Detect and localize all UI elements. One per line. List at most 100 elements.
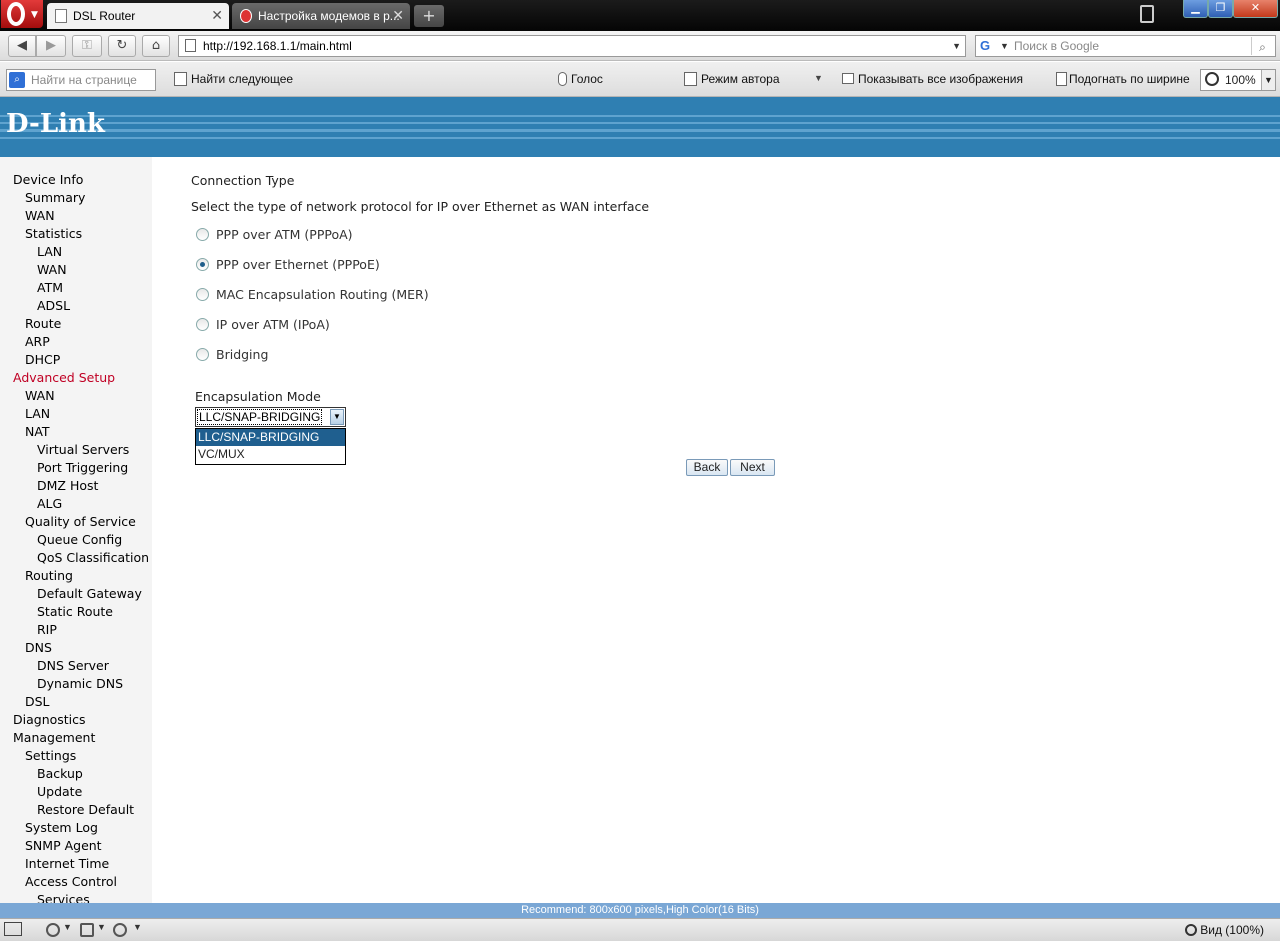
sidebar-item[interactable]: ALG — [37, 495, 62, 513]
zoom-select[interactable]: 100% ▼ — [1200, 69, 1276, 91]
sidebar-item[interactable]: WAN — [25, 387, 55, 405]
page-title: Connection Type — [191, 173, 295, 188]
sidebar-item[interactable]: ADSL — [37, 297, 70, 315]
sidebar-item[interactable]: Management — [13, 729, 95, 747]
radio-button[interactable] — [196, 318, 209, 331]
sidebar-item[interactable]: Route — [25, 315, 61, 333]
chevron-down-icon[interactable]: ▼ — [952, 36, 961, 56]
speed-dial-icon[interactable] — [113, 923, 127, 937]
sidebar-item[interactable]: Virtual Servers — [37, 441, 129, 459]
sidebar-item[interactable]: LAN — [25, 405, 50, 423]
encapsulation-mode-select[interactable]: LLC/SNAP-BRIDGING ▼ — [195, 407, 346, 427]
trash-icon[interactable] — [1140, 5, 1154, 23]
chevron-down-icon[interactable]: ▼ — [133, 922, 142, 932]
sidebar-item[interactable]: DNS — [25, 639, 52, 657]
panel-toggle-icon[interactable] — [4, 922, 22, 936]
opera-menu-button[interactable]: ▼ — [1, 0, 43, 28]
find-toolbar: ⌕ Найти на странице Найти следующее Голо… — [0, 62, 1280, 97]
maximize-button[interactable]: ❐ — [1208, 0, 1233, 18]
reload-icon[interactable]: ↻ — [108, 35, 136, 57]
sidebar-item[interactable]: Update — [37, 783, 82, 801]
minimize-button[interactable]: ▁ — [1183, 0, 1208, 18]
home-icon[interactable]: ⌂ — [142, 35, 170, 57]
chevron-down-icon[interactable]: ▼ — [63, 922, 72, 932]
sidebar-item[interactable]: Internet Time — [25, 855, 109, 873]
sidebar-item[interactable]: WAN — [25, 207, 55, 225]
google-icon[interactable]: G — [980, 39, 996, 53]
chevron-down-icon[interactable]: ▼ — [1261, 70, 1275, 90]
tab-dsl-router[interactable]: DSL Router ✕ — [47, 3, 229, 29]
sidebar-item[interactable]: Device Info — [13, 171, 83, 189]
dropdown-option[interactable]: LLC/SNAP-BRIDGING — [196, 429, 345, 446]
chevron-down-icon[interactable]: ▼ — [330, 409, 344, 425]
radio-button[interactable] — [196, 258, 209, 271]
radio-button[interactable] — [196, 288, 209, 301]
dlink-logo: D-Link — [6, 109, 105, 139]
sync-icon[interactable] — [46, 923, 60, 937]
forward-button[interactable]: ▶ — [36, 35, 66, 57]
sidebar-item[interactable]: Queue Config — [37, 531, 122, 549]
sidebar-item[interactable]: Settings — [25, 747, 76, 765]
sidebar-item[interactable]: DNS Server — [37, 657, 109, 675]
sidebar-item[interactable]: Port Triggering — [37, 459, 128, 477]
sidebar-item[interactable]: NAT — [25, 423, 50, 441]
sidebar-item[interactable]: Dynamic DNS — [37, 675, 123, 693]
find-input[interactable]: ⌕ Найти на странице — [6, 69, 156, 91]
chevron-down-icon[interactable]: ▼ — [97, 922, 106, 932]
back-button[interactable]: Back — [686, 459, 728, 476]
zoom-icon — [1205, 72, 1219, 86]
banner-stripe — [0, 129, 1280, 132]
sidebar-item[interactable]: Advanced Setup — [13, 369, 115, 387]
sidebar-item[interactable]: Summary — [25, 189, 85, 207]
sidebar-item[interactable]: QoS Classification — [37, 549, 149, 567]
address-field[interactable]: http://192.168.1.1/main.html ▼ — [178, 35, 966, 57]
page-icon — [55, 9, 67, 23]
sidebar-item[interactable]: System Log — [25, 819, 98, 837]
search-icon[interactable]: ⌕ — [1251, 37, 1273, 55]
sidebar-nav: Device Info Summary WAN Statistics LAN WAN ATM… — [0, 157, 152, 903]
network-icon[interactable] — [80, 923, 94, 937]
back-button[interactable]: ◀ — [8, 35, 36, 57]
microphone-icon — [558, 72, 567, 86]
chevron-down-icon[interactable]: ▼ — [814, 73, 823, 83]
sidebar-item[interactable]: RIP — [37, 621, 57, 639]
sidebar-item[interactable]: DHCP — [25, 351, 60, 369]
sidebar-item[interactable]: DSL — [25, 693, 50, 711]
sidebar-item[interactable]: Services — [37, 891, 90, 903]
dlink-banner: D-Link — [0, 97, 1280, 157]
radio-label: IP over ATM (IPoA) — [216, 317, 330, 332]
sidebar-item[interactable]: Routing — [25, 567, 73, 585]
sidebar-item[interactable]: ATM — [37, 279, 63, 297]
sidebar-item[interactable]: Static Route — [37, 603, 113, 621]
tab-modem-settings[interactable]: Настройка модемов в р... ✕ — [232, 3, 410, 29]
dropdown-option[interactable]: VC/MUX — [196, 446, 345, 463]
sidebar-item[interactable]: ARP — [25, 333, 50, 351]
close-icon[interactable]: ✕ — [211, 7, 223, 24]
sidebar-item[interactable]: WAN — [37, 261, 67, 279]
search-input[interactable]: G ▼ Поиск в Google ⌕ — [975, 35, 1276, 57]
radio-button[interactable] — [196, 348, 209, 361]
close-icon[interactable]: ✕ — [392, 7, 404, 24]
sidebar-item[interactable]: Statistics — [25, 225, 82, 243]
author-mode-button[interactable]: Режим автора ▼ — [684, 72, 823, 86]
sidebar-item[interactable]: Restore Default — [37, 801, 134, 819]
sidebar-item[interactable]: DMZ Host — [37, 477, 98, 495]
window-close-button[interactable]: ✕ — [1233, 0, 1278, 18]
key-icon[interactable]: ⚿ — [72, 35, 102, 57]
radio-button[interactable] — [196, 228, 209, 241]
sidebar-item[interactable]: Default Gateway — [37, 585, 142, 603]
fit-width-button[interactable]: Подогнать по ширине — [1056, 72, 1190, 86]
find-next-button[interactable]: Найти следующее — [174, 72, 293, 86]
chevron-down-icon[interactable]: ▼ — [1000, 36, 1009, 56]
show-images-button[interactable]: Показывать все изображения — [842, 72, 1023, 86]
voice-button[interactable]: Голос — [558, 72, 603, 86]
view-zoom-button[interactable]: Вид (100%) — [1185, 923, 1264, 937]
sidebar-item[interactable]: Backup — [37, 765, 83, 783]
new-tab-button[interactable]: + — [414, 5, 444, 27]
sidebar-item[interactable]: LAN — [37, 243, 62, 261]
sidebar-item[interactable]: SNMP Agent — [25, 837, 102, 855]
sidebar-item[interactable]: Diagnostics — [13, 711, 86, 729]
sidebar-item[interactable]: Access Control — [25, 873, 117, 891]
sidebar-item[interactable]: Quality of Service — [25, 513, 136, 531]
next-button[interactable]: Next — [730, 459, 775, 476]
